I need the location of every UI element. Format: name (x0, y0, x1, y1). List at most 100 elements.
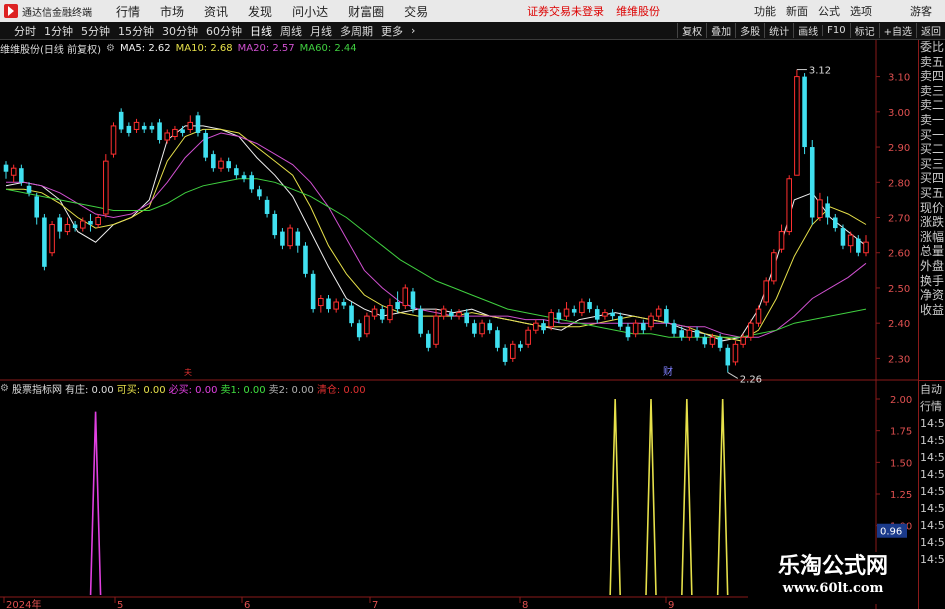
candle-body-down (295, 231, 301, 246)
price-tick-label: 2.90 (888, 143, 910, 154)
candle-body-down (3, 164, 9, 172)
stock-link[interactable]: 维维股份 (610, 3, 666, 19)
candle-body-down (126, 125, 132, 133)
candle-body-down (341, 302, 347, 306)
menu-function[interactable]: 功能 (749, 3, 781, 19)
candle-body-up (579, 301, 585, 314)
candle-body-down (195, 115, 201, 133)
candle-body-up (218, 160, 224, 169)
candle-body-down (571, 309, 577, 313)
mark-button[interactable]: 标记 (849, 23, 879, 38)
candle-body-up (847, 234, 854, 247)
candle-body-down (487, 323, 493, 331)
candle-body-down (679, 330, 684, 338)
login-notice[interactable]: 证券交易未登录 (521, 3, 610, 19)
chevron-right-icon[interactable]: › (407, 24, 419, 37)
price-tick-label: 2.30 (888, 354, 910, 365)
tab-weekly[interactable]: 周线 (276, 23, 306, 39)
event-marker: 夫 (184, 367, 192, 377)
indicator-gear-icon[interactable]: ⚙ (0, 383, 9, 394)
candle-body-down (356, 323, 362, 338)
tab-1min[interactable]: 1分钟 (40, 23, 77, 39)
tab-multi-period[interactable]: 多周期 (336, 23, 377, 39)
price-tick-label: 2.40 (888, 319, 910, 330)
ma5-label: MA5: 2.62 (119, 42, 171, 54)
date-axis: 2024年 5 6 7 8 9 (3, 597, 674, 609)
ma60-label: MA60: 2.44 (299, 42, 357, 54)
overlay-button[interactable]: 叠加 (706, 23, 735, 38)
quote-label: 涨跌 (920, 215, 945, 230)
statistics-button[interactable]: 统计 (764, 23, 793, 38)
quote-label: 外盘 (920, 258, 945, 273)
add-watchlist-button[interactable]: +自选 (878, 23, 916, 38)
candle-body-down (717, 337, 723, 348)
candle-body-down (671, 323, 677, 334)
candle-body-up (533, 322, 539, 331)
tick-time: 14:50 (920, 485, 945, 498)
menu-wealth-circle[interactable]: 财富圈 (338, 3, 394, 20)
candle-body-down (72, 224, 78, 229)
ma20-label: MA20: 2.57 (237, 42, 295, 54)
candle-body-up (794, 76, 800, 176)
tab-30min[interactable]: 30分钟 (158, 23, 202, 39)
indicator-value-qingcang: 清仓: 0.00 (316, 384, 366, 396)
indicator-value-youzhuang: 有庄: 0.00 (64, 384, 114, 396)
multi-stock-button[interactable]: 多股 (735, 23, 764, 38)
f10-button[interactable]: F10 (822, 25, 849, 36)
candle-body-down (840, 228, 846, 246)
menu-quotes[interactable]: 行情 (106, 3, 150, 20)
candle-body-down (379, 309, 385, 320)
tab-15min[interactable]: 15分钟 (114, 23, 158, 39)
candle-body-up (479, 322, 485, 335)
restore-rights-button[interactable]: 复权 (677, 23, 706, 38)
quote-label: 买四 (920, 171, 945, 186)
menu-ask-xiaoda[interactable]: 问小达 (282, 3, 338, 20)
settings-gear-icon[interactable]: ⚙ (106, 43, 115, 54)
tick-time: 14:50 (920, 553, 945, 566)
ma20-line (6, 132, 867, 338)
candle-body-down (34, 196, 39, 218)
candle-body-down (833, 217, 838, 229)
candle-body-up (103, 160, 109, 215)
menu-trade[interactable]: 交易 (394, 3, 438, 20)
date-tick-label: 6 (244, 600, 250, 609)
candle-body-up (456, 312, 462, 317)
quote-label: 卖五 (920, 54, 945, 69)
guest-user[interactable]: 游客 (905, 3, 937, 19)
auto-quote-label[interactable]: 自动 (919, 381, 945, 398)
menu-news[interactable]: 资讯 (194, 3, 238, 20)
tab-timeshare[interactable]: 分时 (10, 23, 40, 39)
tab-5min[interactable]: 5分钟 (77, 23, 114, 39)
draw-line-button[interactable]: 画线 (793, 23, 822, 38)
moving-average-lines (5, 125, 867, 342)
quote-label: 现价 (920, 200, 945, 215)
auto-quote-label[interactable]: 行情 (919, 398, 945, 415)
candle-body-down (541, 323, 546, 331)
candle-body-down (211, 154, 216, 169)
back-button[interactable]: 返回 (916, 23, 945, 38)
menu-market[interactable]: 市场 (150, 3, 194, 20)
candle-body-up (748, 322, 754, 338)
quote-label: 买五 (920, 185, 945, 200)
menu-formula[interactable]: 公式 (813, 3, 845, 19)
candle-body-down (180, 129, 185, 133)
menu-discover[interactable]: 发现 (238, 3, 282, 20)
tab-60min[interactable]: 60分钟 (202, 23, 246, 39)
candle-body-down (264, 199, 270, 214)
quote-label: 换手 (920, 273, 945, 288)
indicator-title[interactable]: 股票指标网 (12, 381, 62, 396)
candle-body-up (364, 315, 370, 335)
tick-time: 14:50 (920, 536, 945, 549)
menu-new-layout[interactable]: 新面 (781, 3, 813, 19)
menu-options[interactable]: 选项 (845, 3, 877, 19)
tab-monthly[interactable]: 月线 (306, 23, 336, 39)
candle-body-up (49, 224, 55, 254)
tab-daily[interactable]: 日线 (246, 23, 276, 39)
price-tick-label: 2.60 (888, 249, 910, 260)
candle-body-down (118, 111, 124, 130)
candle-body-up (778, 231, 785, 250)
chart-area[interactable]: 3.10 3.00 2.90 2.80 2.70 2.60 2.50 2.40 2.30 2.0… (0, 40, 918, 609)
tab-more[interactable]: 更多 (377, 23, 407, 39)
candle-body-down (610, 312, 615, 317)
main-chart-legend: 维维股份(日线 前复权) ⚙ MA5: 2.62 MA10: 2.68 MA20… (0, 41, 362, 56)
